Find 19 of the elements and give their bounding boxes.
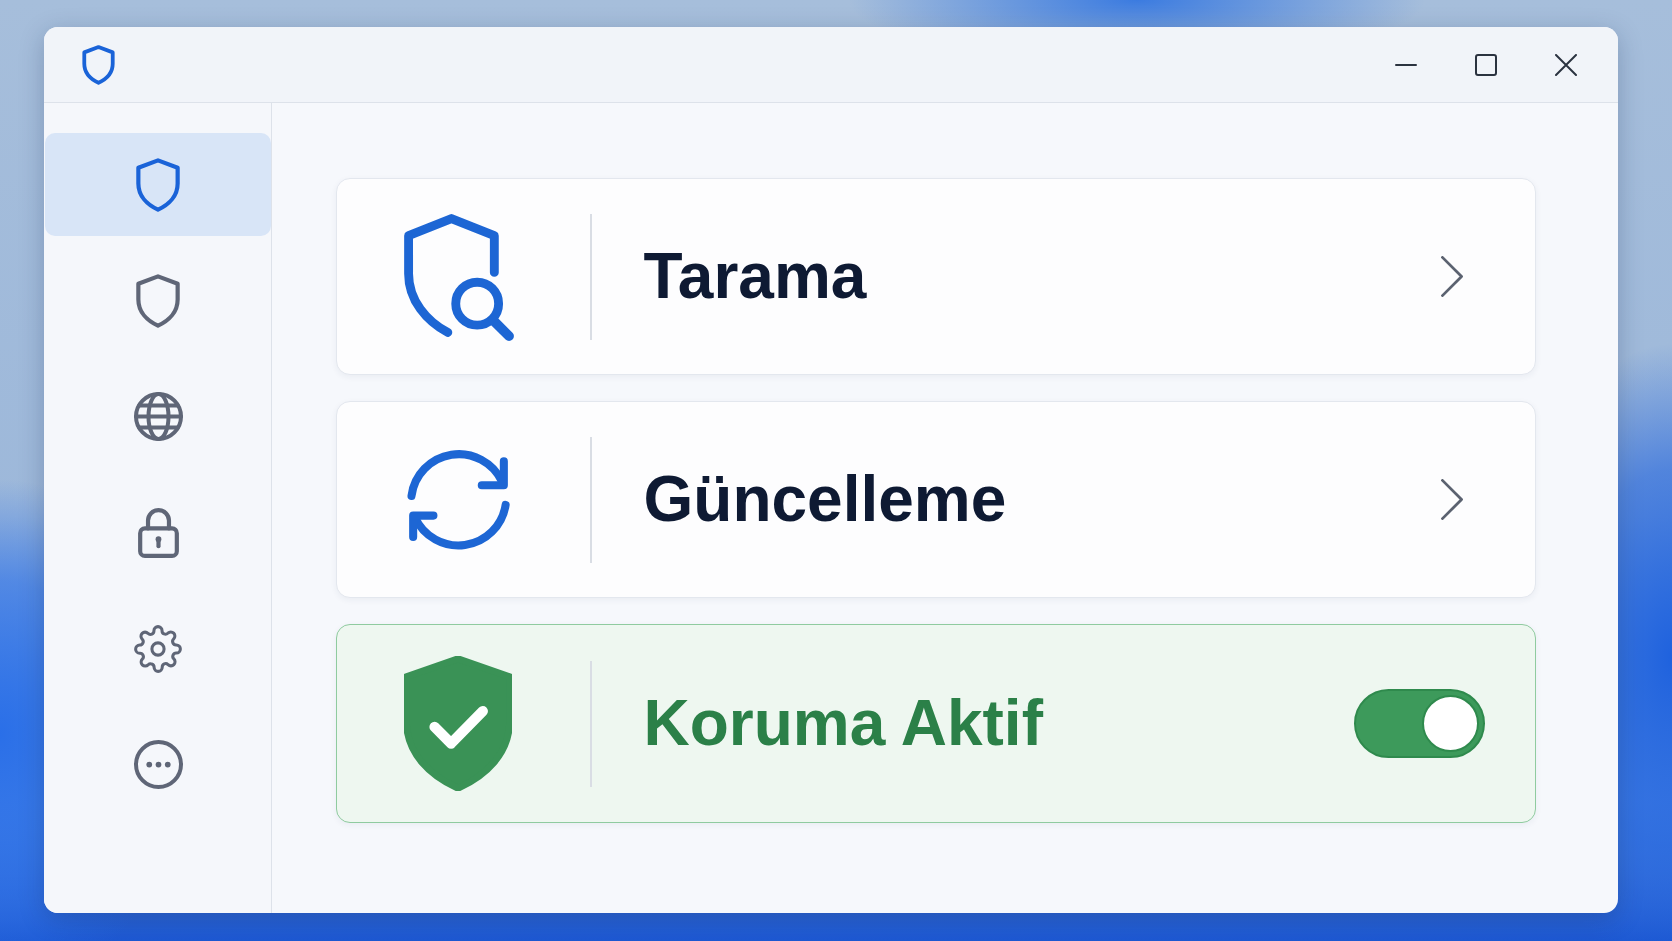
gear-icon <box>134 624 182 673</box>
nav-card[interactable]: Tarama <box>336 178 1536 375</box>
globe-icon <box>133 392 183 441</box>
more-icon <box>133 740 183 789</box>
chevron-right-icon <box>1441 479 1463 520</box>
nav-card[interactable]: Güncelleme <box>336 401 1536 598</box>
shield-icon <box>136 157 180 212</box>
shield-icon <box>136 273 180 328</box>
shield-icon <box>82 44 115 85</box>
chevron-right-icon <box>1441 256 1463 297</box>
sidebar-item[interactable] <box>45 133 271 236</box>
close-icon <box>1555 53 1577 76</box>
maximize-icon <box>1475 53 1497 76</box>
lock-icon <box>137 507 179 558</box>
shield-check-icon <box>404 656 512 791</box>
refresh-icon <box>405 447 511 552</box>
status-label: Koruma Aktif <box>643 686 1043 761</box>
minimize-icon <box>1395 63 1417 66</box>
shield-search-icon <box>402 212 514 341</box>
